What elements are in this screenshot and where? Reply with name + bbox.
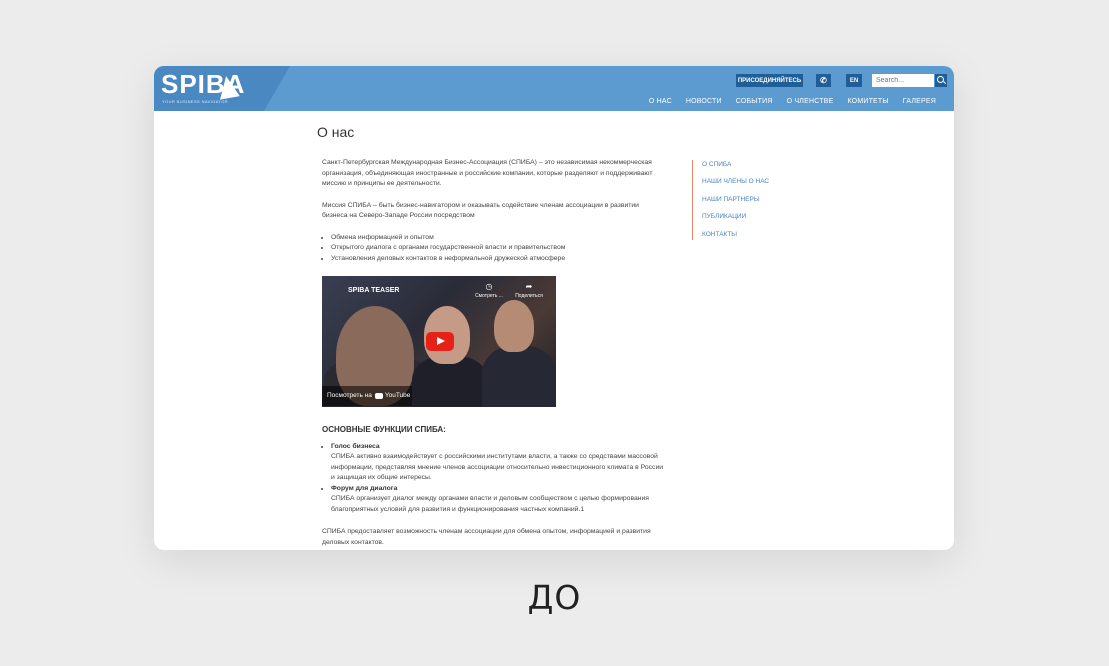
list-item: Открытого диалога с органами государстве… [331, 243, 664, 254]
search-button[interactable] [935, 74, 947, 87]
nav-events[interactable]: СОБЫТИЯ [736, 98, 773, 105]
watch-later-button[interactable]: ◷ Смотреть ... [474, 282, 504, 302]
nav-about[interactable]: О НАС [649, 98, 672, 105]
list-item: Установления деловых контактов в неформа… [331, 254, 664, 265]
youtube-label: YouTube [384, 391, 411, 399]
phone-button[interactable]: ✆ [816, 74, 831, 87]
main-content: Санкт-Петербургская Международная Бизнес… [322, 158, 664, 550]
play-icon [437, 337, 445, 345]
site-header: SPIBA YOUR BUSINESS NAVIGATOR ПРИСОЕДИНЯ… [154, 66, 954, 111]
youtube-icon [374, 393, 383, 399]
function-name: Форум для диалога [331, 484, 398, 492]
watch-on-youtube-link[interactable]: Посмотреть на YouTube [322, 386, 412, 406]
video-title[interactable]: SPIBA TEASER [348, 286, 399, 297]
function-name: Голос бизнеса [331, 442, 380, 450]
caption-label: ДО [527, 578, 582, 617]
watch-on-label: Посмотреть на [327, 391, 372, 399]
closing-paragraph: СПИБА предоставляет возможность членам а… [322, 528, 651, 546]
video-player[interactable]: SPIBA TEASER ◷ Смотреть ... ➦ Поделиться… [322, 276, 556, 407]
sidebar-menu: О СПИБА НАШИ ЧЛЕНЫ О НАС НАШИ ПАРТНЕРЫ П… [692, 160, 769, 240]
play-button[interactable] [426, 332, 454, 351]
function-text: СПИБА активно взаимодействует с российск… [331, 453, 664, 481]
sidebar-item-publications[interactable]: ПУБЛИКАЦИИ [702, 212, 769, 229]
function-text: СПИБА организует диалог между органами в… [331, 495, 649, 513]
mission-list: Обмена информацией и опытом Открытого ди… [322, 233, 664, 265]
list-item: Голос бизнеса СПИБА активно взаимодейств… [331, 442, 664, 484]
nav-gallery[interactable]: ГАЛЕРЕЯ [903, 98, 936, 105]
share-label: Поделиться [515, 293, 543, 299]
sidebar-item-contacts[interactable]: КОНТАКТЫ [702, 230, 769, 247]
video-frame-figure [494, 300, 534, 352]
list-item: Форум для диалога СПИБА организует диало… [331, 484, 664, 516]
nav-committees[interactable]: КОМИТЕТЫ [847, 98, 888, 105]
language-button[interactable]: EN [846, 74, 862, 87]
functions-list: Голос бизнеса СПИБА активно взаимодейств… [322, 442, 664, 516]
page-title: О нас [317, 124, 355, 140]
browser-page: SPIBA YOUR BUSINESS NAVIGATOR ПРИСОЕДИНЯ… [154, 66, 954, 550]
mission-paragraph: Миссия СПИБА – быть бизнес-навигатором и… [322, 201, 639, 220]
nav-news[interactable]: НОВОСТИ [686, 98, 722, 105]
watch-later-label: Смотреть ... [475, 293, 503, 299]
search-input[interactable] [872, 74, 934, 87]
logo-fold [264, 66, 290, 111]
list-item: Обмена информацией и опытом [331, 233, 664, 244]
main-nav: О НАС НОВОСТИ СОБЫТИЯ О ЧЛЕНСТВЕ КОМИТЕТ… [649, 98, 936, 105]
share-icon: ➦ [525, 282, 533, 291]
sidebar-item-partners[interactable]: НАШИ ПАРТНЕРЫ [702, 195, 769, 212]
logo-tagline: YOUR BUSINESS NAVIGATOR [162, 99, 229, 104]
share-button[interactable]: ➦ Поделиться [514, 282, 544, 302]
phone-icon: ✆ [820, 76, 827, 85]
clock-icon: ◷ [485, 282, 493, 291]
sidebar-item-members[interactable]: НАШИ ЧЛЕНЫ О НАС [702, 177, 769, 194]
intro-paragraph: Санкт-Петербургская Международная Бизнес… [322, 159, 653, 187]
logo-triangle-icon [216, 74, 240, 100]
sidebar-item-about[interactable]: О СПИБА [702, 160, 769, 177]
functions-heading: ОСНОВНЫЕ ФУНКЦИИ СПИБА: [322, 425, 446, 434]
logo[interactable]: SPIBA YOUR BUSINESS NAVIGATOR [154, 66, 264, 111]
video-frame-figure [482, 346, 556, 407]
join-button[interactable]: ПРИСОЕДИНЯЙТЕСЬ [736, 74, 803, 87]
nav-membership[interactable]: О ЧЛЕНСТВЕ [787, 98, 834, 105]
